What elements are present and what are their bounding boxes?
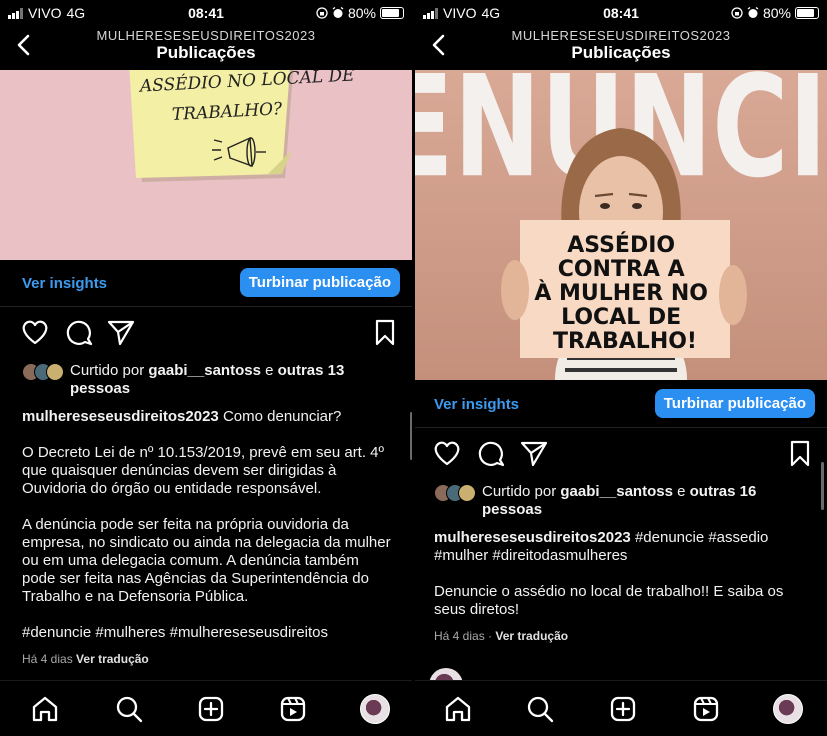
insights-link[interactable]: Ver insights — [22, 275, 107, 292]
liker-avatars[interactable] — [22, 363, 64, 381]
insights-bar: Ver insights Turbinar publicação — [0, 261, 412, 307]
battery-percent: 80% — [347, 5, 376, 21]
home-icon[interactable] — [30, 694, 60, 724]
likes-prefix: Curtido por — [482, 483, 561, 500]
liker-avatars[interactable] — [434, 484, 476, 502]
boost-post-button[interactable]: Turbinar publicação — [654, 389, 815, 418]
profile-avatar[interactable] — [773, 694, 803, 724]
caption: mulhereseseusdireitos2023 Como denunciar… — [22, 408, 396, 426]
caption-username[interactable]: mulhereseseusdireitos2023 — [22, 408, 219, 425]
lock-rotation-icon — [731, 7, 743, 19]
battery-icon — [380, 7, 404, 19]
status-right: 80% — [731, 5, 819, 21]
profile-avatar[interactable] — [360, 694, 390, 724]
share-icon[interactable] — [106, 317, 136, 347]
left-screenshot: VIVO 4G 08:41 80% MULHERESESEUSDIREITOS2… — [0, 0, 412, 736]
sign-line-3: À MULHER NO — [534, 280, 708, 306]
status-bar: VIVO 4G 08:41 80% — [0, 0, 412, 24]
insights-link[interactable]: Ver insights — [434, 396, 519, 413]
caption-username[interactable]: mulhereseseusdireitos2023 — [434, 529, 631, 546]
bottom-tab-bar — [0, 680, 412, 736]
sign-line-2: CONTRA A — [558, 257, 685, 282]
post-content: Curtido por gaabi__santoss e outras 16 p… — [434, 483, 811, 645]
likes-and: e — [672, 483, 690, 500]
scrollbar[interactable] — [410, 412, 412, 460]
page-header: MULHERESESEUSDIREITOS2023 Publicações — [0, 24, 412, 70]
post-image[interactable]: ASSÉDIO NO LOCAL DE TRABALHO? — [0, 70, 412, 260]
page-header: MULHERESESEUSDIREITOS2023 Publicações — [415, 24, 827, 70]
post-meta: Há 4 dias · Ver tradução — [434, 627, 811, 645]
reels-icon[interactable] — [278, 694, 308, 724]
create-icon[interactable] — [196, 694, 226, 724]
meta-separator: · — [484, 629, 496, 643]
protest-sign: ASSÉDIO CONTRA A À MULHER NO LOCAL DE TR… — [501, 220, 747, 358]
sign-line-4: LOCAL DE — [561, 305, 681, 330]
page-title: Publicações — [571, 43, 671, 62]
caption-paragraph-2: A denúncia pode ser feita na própria ouv… — [22, 516, 391, 605]
chevron-left-icon — [432, 34, 445, 56]
post-actions — [415, 438, 827, 472]
reels-icon[interactable] — [691, 694, 721, 724]
save-icon[interactable] — [785, 438, 815, 468]
post-content: Curtido por gaabi__santoss e outras 13 p… — [22, 362, 396, 668]
heart-icon[interactable] — [20, 317, 50, 347]
avatar — [46, 363, 64, 381]
sign-line-5: TRABALHO! — [553, 329, 697, 354]
likes-row: Curtido por gaabi__santoss e outras 16 p… — [434, 483, 811, 519]
back-button[interactable] — [425, 30, 451, 60]
post-meta: Há 4 dias Ver tradução — [22, 650, 396, 668]
lock-rotation-icon — [316, 7, 328, 19]
alarm-icon — [747, 7, 759, 18]
home-icon[interactable] — [443, 694, 473, 724]
time-ago: Há 4 dias — [434, 629, 485, 643]
comment-icon[interactable] — [476, 438, 506, 468]
liker-username[interactable]: gaabi__santoss — [560, 483, 673, 500]
likes-and: e — [260, 362, 278, 379]
battery-icon — [795, 7, 819, 19]
likes-prefix: Curtido por — [70, 362, 149, 379]
bottom-tab-bar — [415, 680, 827, 736]
right-screenshot: VIVO 4G 08:41 80% MULHERESESEUSDIREITOS2… — [415, 0, 827, 736]
caption-text: Como denunciar? — [218, 408, 342, 425]
boost-post-button[interactable]: Turbinar publicação — [239, 268, 400, 297]
post-actions — [0, 317, 412, 351]
save-icon[interactable] — [370, 317, 400, 347]
create-icon[interactable] — [608, 694, 638, 724]
account-name: MULHERESESEUSDIREITOS2023 — [511, 28, 731, 43]
sign-line-1: ASSÉDIO — [567, 232, 675, 258]
caption: mulhereseseusdireitos2023 #denuncie #ass… — [434, 529, 811, 565]
search-icon[interactable] — [525, 694, 555, 724]
likes-text[interactable]: Curtido por gaabi__santoss e outras 16 p… — [476, 483, 811, 519]
chevron-left-icon — [17, 34, 30, 56]
translate-link[interactable]: Ver tradução — [495, 629, 568, 643]
heart-icon[interactable] — [432, 438, 462, 468]
status-bar: VIVO 4G 08:41 80% — [415, 0, 827, 24]
page-title: Publicações — [156, 43, 256, 62]
back-button[interactable] — [10, 30, 36, 60]
battery-percent: 80% — [762, 5, 791, 21]
avatar — [458, 484, 476, 502]
sticky-note-illustration: ASSÉDIO NO LOCAL DE TRABALHO? — [129, 70, 356, 182]
time-ago: Há 4 dias — [22, 652, 73, 666]
account-name: MULHERESESEUSDIREITOS2023 — [96, 28, 316, 43]
share-icon[interactable] — [519, 438, 549, 468]
likes-row: Curtido por gaabi__santoss e outras 13 p… — [22, 362, 396, 398]
likes-text[interactable]: Curtido por gaabi__santoss e outras 13 p… — [64, 362, 396, 398]
caption-paragraph-1: O Decreto Lei de nº 10.153/2019, prevê e… — [22, 444, 385, 497]
post-image[interactable]: DENUNCIE! ASSÉDIO CONTRA A À MULHER NO L… — [415, 70, 827, 380]
caption-paragraph-1: Denuncie o assédio no local de trabalho!… — [434, 583, 784, 618]
status-right: 80% — [316, 5, 404, 21]
comment-icon[interactable] — [64, 317, 94, 347]
liker-username[interactable]: gaabi__santoss — [148, 362, 261, 379]
denuncie-illustration: DENUNCIE! ASSÉDIO CONTRA A À MULHER NO L… — [415, 70, 827, 380]
search-icon[interactable] — [114, 694, 144, 724]
translate-link[interactable]: Ver tradução — [76, 652, 149, 666]
alarm-icon — [332, 7, 344, 18]
caption-hashtags[interactable]: #denuncie #mulheres #mulhereseseusdireit… — [22, 624, 396, 642]
insights-bar: Ver insights Turbinar publicação — [415, 382, 827, 428]
scrollbar[interactable] — [821, 462, 824, 510]
